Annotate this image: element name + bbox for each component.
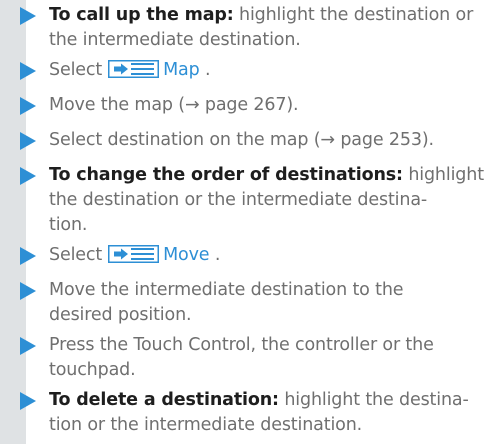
step-line: the intermediate destination. xyxy=(49,30,301,50)
step-line: Select Move . xyxy=(49,244,220,267)
menu-icon xyxy=(108,245,160,263)
step-arrow-icon xyxy=(20,132,36,150)
step-line: Move the intermediate destination to the xyxy=(49,280,404,300)
step-line: tion or the intermediate destination. xyxy=(49,415,363,435)
step-text: highlight the destina- xyxy=(278,390,469,410)
step-line: To delete a destination: highlight the d… xyxy=(49,389,469,412)
step-arrow-icon xyxy=(20,247,36,265)
step-line: To change the order of destinations: hig… xyxy=(49,164,484,187)
step-text: Select xyxy=(49,60,103,80)
step-line: Select destination on the map (→ page 25… xyxy=(49,130,434,150)
step-text: highlight xyxy=(402,165,484,185)
step-lead-text: To call up the map: xyxy=(49,5,234,25)
step-line: tion. xyxy=(49,215,88,235)
step-text: highlight the destination or xyxy=(233,5,474,25)
instruction-steps: To call up the map: highlight the destin… xyxy=(0,0,497,444)
step-arrow-icon xyxy=(20,62,36,80)
step-line: touchpad. xyxy=(49,360,136,380)
step-text: . xyxy=(214,245,221,265)
step-lead-text: To change the order of destinations: xyxy=(49,165,403,185)
step-text: Select xyxy=(49,245,103,265)
step-arrow-icon xyxy=(20,167,36,185)
move-option: Move xyxy=(163,245,210,265)
step-arrow-icon xyxy=(20,337,36,355)
step-arrow-icon xyxy=(20,392,36,410)
step-line: the destination or the intermediate dest… xyxy=(49,190,428,210)
step-line: Move the map (→ page 267). xyxy=(49,95,299,115)
step-lead-text: To delete a destination: xyxy=(49,390,279,410)
step-arrow-icon xyxy=(20,282,36,300)
step-line: To call up the map: highlight the destin… xyxy=(49,4,473,27)
step-line: Press the Touch Control, the controller … xyxy=(49,335,434,355)
step-line: Select Map . xyxy=(49,59,211,82)
step-arrow-icon xyxy=(20,97,36,115)
step-line: desired position. xyxy=(49,305,192,325)
step-text: . xyxy=(205,60,211,80)
menu-icon xyxy=(108,60,160,78)
step-arrow-icon xyxy=(20,7,36,25)
map-option: Map xyxy=(163,60,200,80)
